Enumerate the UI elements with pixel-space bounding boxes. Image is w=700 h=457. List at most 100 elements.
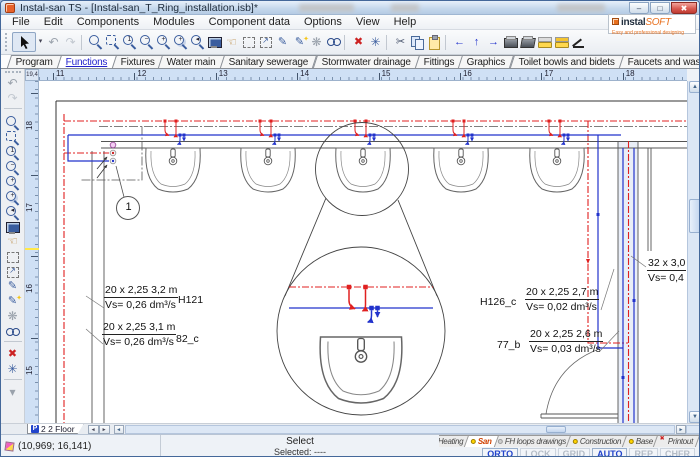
- maximize-button[interactable]: □: [650, 2, 670, 14]
- zoom-scale-icon[interactable]: 1: [121, 34, 138, 51]
- zoom-out-icon[interactable]: −: [138, 34, 155, 51]
- menu-item[interactable]: Modules: [146, 15, 202, 30]
- select-region-icon[interactable]: [4, 249, 21, 264]
- copy-icon[interactable]: [409, 34, 426, 51]
- scroll-right-icon[interactable]: ►: [676, 425, 686, 434]
- horizontal-scroll-thumb[interactable]: [546, 426, 566, 433]
- zoom-icon[interactable]: [4, 114, 21, 129]
- zoom-window-icon[interactable]: [4, 129, 21, 144]
- washbasins[interactable]: [146, 148, 585, 192]
- chfr-toggle[interactable]: CHFR: [660, 448, 695, 457]
- draw-icon[interactable]: ✎: [274, 34, 291, 51]
- tab-program[interactable]: Program: [7, 55, 62, 68]
- sheet-tab[interactable]: P 2 2 Floor: [27, 424, 84, 434]
- more-icon[interactable]: ▾: [4, 385, 21, 400]
- tab-graphics[interactable]: Graphics: [458, 55, 515, 68]
- minimize-button[interactable]: –: [629, 2, 649, 14]
- menu-item[interactable]: View: [349, 15, 387, 30]
- separator[interactable]: [445, 35, 449, 50]
- tab-fixtures[interactable]: Fixtures: [111, 55, 163, 68]
- redraw-icon[interactable]: [4, 219, 21, 234]
- separator[interactable]: [4, 108, 22, 112]
- axis-icon[interactable]: ✳: [367, 34, 384, 51]
- toolbar-grip[interactable]: [5, 71, 21, 74]
- delete-icon[interactable]: ✖: [4, 347, 21, 362]
- lock-toggle[interactable]: LOCK: [520, 448, 556, 457]
- select-region-icon[interactable]: [240, 34, 257, 51]
- vertical-scroll-thumb[interactable]: [689, 199, 700, 233]
- scroll-down-icon[interactable]: ▼: [689, 411, 700, 423]
- zoom-icon[interactable]: [87, 34, 104, 51]
- highlighter-icon[interactable]: ✎: [291, 34, 308, 51]
- spray-icon[interactable]: ❋: [308, 34, 325, 51]
- title-bar[interactable]: Instal-san TS - [Instal-san_T_Ring_insta…: [1, 1, 700, 15]
- select-region-add-icon[interactable]: ↗: [257, 34, 274, 51]
- paste-icon[interactable]: [426, 34, 443, 51]
- search-icon[interactable]: [4, 324, 21, 339]
- drawing-canvas[interactable]: 20 x 2,25 3,2 m Vs= 0,26 dm³/s H121 20 x…: [39, 81, 687, 423]
- tab-water-main[interactable]: Water main: [158, 55, 225, 68]
- scroll-up-icon[interactable]: ▲: [689, 81, 700, 93]
- spray-icon[interactable]: ❋: [4, 309, 21, 324]
- close-button[interactable]: ✖: [671, 2, 697, 14]
- menu-item[interactable]: Component data: [202, 15, 297, 30]
- move-right-icon[interactable]: →: [485, 34, 502, 51]
- separator[interactable]: [386, 35, 390, 50]
- grid-toggle[interactable]: GRID: [558, 448, 591, 457]
- tab-functions[interactable]: Functions: [57, 55, 117, 68]
- redo-icon[interactable]: ↷: [4, 91, 21, 106]
- layers-add-icon[interactable]: [553, 34, 570, 51]
- cut-icon[interactable]: ✂: [392, 34, 409, 51]
- menu-item[interactable]: Help: [387, 15, 424, 30]
- axis-icon[interactable]: ✳: [4, 362, 21, 377]
- layer-tab-san[interactable]: San: [463, 435, 498, 447]
- undo-icon[interactable]: ↶: [45, 34, 62, 51]
- tab-toilet-bowls[interactable]: Toilet bowls and bidets: [510, 55, 624, 68]
- angle-icon[interactable]: [570, 34, 587, 51]
- select-region-add-icon[interactable]: ↗: [4, 264, 21, 279]
- select-tool-dropdown-icon[interactable]: ▾: [36, 32, 45, 52]
- zoom-out-icon[interactable]: −: [4, 159, 21, 174]
- tab-sanitary-sewerage[interactable]: Sanitary sewerage: [220, 55, 318, 68]
- menu-item[interactable]: Components: [70, 15, 146, 30]
- redo-icon[interactable]: ↷: [62, 34, 79, 51]
- toolbar-grip[interactable]: [5, 33, 8, 51]
- fixture-connections[interactable]: [164, 120, 570, 145]
- menu-item[interactable]: Edit: [37, 15, 70, 30]
- pan-icon[interactable]: ☜: [4, 234, 21, 249]
- tab-stormwater-drainage[interactable]: Stormwater drainage: [313, 55, 420, 68]
- auto-toggle[interactable]: AUTO: [592, 448, 627, 457]
- move-left-icon[interactable]: ←: [451, 34, 468, 51]
- pan-icon[interactable]: ☜: [223, 34, 240, 51]
- menu-item[interactable]: File: [5, 15, 37, 30]
- highlighter-icon[interactable]: ✎: [4, 294, 21, 309]
- separator[interactable]: [81, 35, 85, 50]
- zoom-scale-icon[interactable]: 1: [4, 144, 21, 159]
- sheet-prev-button[interactable]: ◄: [88, 425, 99, 434]
- rep-toggle[interactable]: REP: [629, 448, 658, 457]
- sheet-next-button[interactable]: ►: [99, 425, 110, 434]
- separator[interactable]: [344, 35, 348, 50]
- search-icon[interactable]: [325, 34, 342, 51]
- print-icon[interactable]: [502, 34, 519, 51]
- zoom-in-icon[interactable]: +: [4, 174, 21, 189]
- menu-item[interactable]: Options: [297, 15, 349, 30]
- zoom-page-icon[interactable]: +: [172, 34, 189, 51]
- separator[interactable]: [4, 341, 22, 345]
- zoom-page-icon[interactable]: +: [4, 189, 21, 204]
- redraw-icon[interactable]: [206, 34, 223, 51]
- layer-tab-fh-loops[interactable]: FH loops drawings: [491, 435, 574, 447]
- zoom-in-icon[interactable]: +: [155, 34, 172, 51]
- zoom-back-icon[interactable]: ◂: [4, 204, 21, 219]
- select-tool-button[interactable]: [12, 32, 36, 52]
- delete-icon[interactable]: ✖: [350, 34, 367, 51]
- tab-fittings[interactable]: Fittings: [415, 55, 464, 68]
- layers-icon[interactable]: [536, 34, 553, 51]
- print-open-icon[interactable]: [519, 34, 536, 51]
- vertical-scrollbar[interactable]: ▲ ▼: [687, 81, 700, 423]
- layer-tab-construction[interactable]: Construction: [566, 435, 629, 447]
- layer-tab-printout[interactable]: Printout: [653, 435, 700, 447]
- undo-icon[interactable]: ↶: [4, 76, 21, 91]
- scroll-left-icon[interactable]: ◄: [114, 425, 124, 434]
- horizontal-scrollbar[interactable]: [125, 425, 675, 434]
